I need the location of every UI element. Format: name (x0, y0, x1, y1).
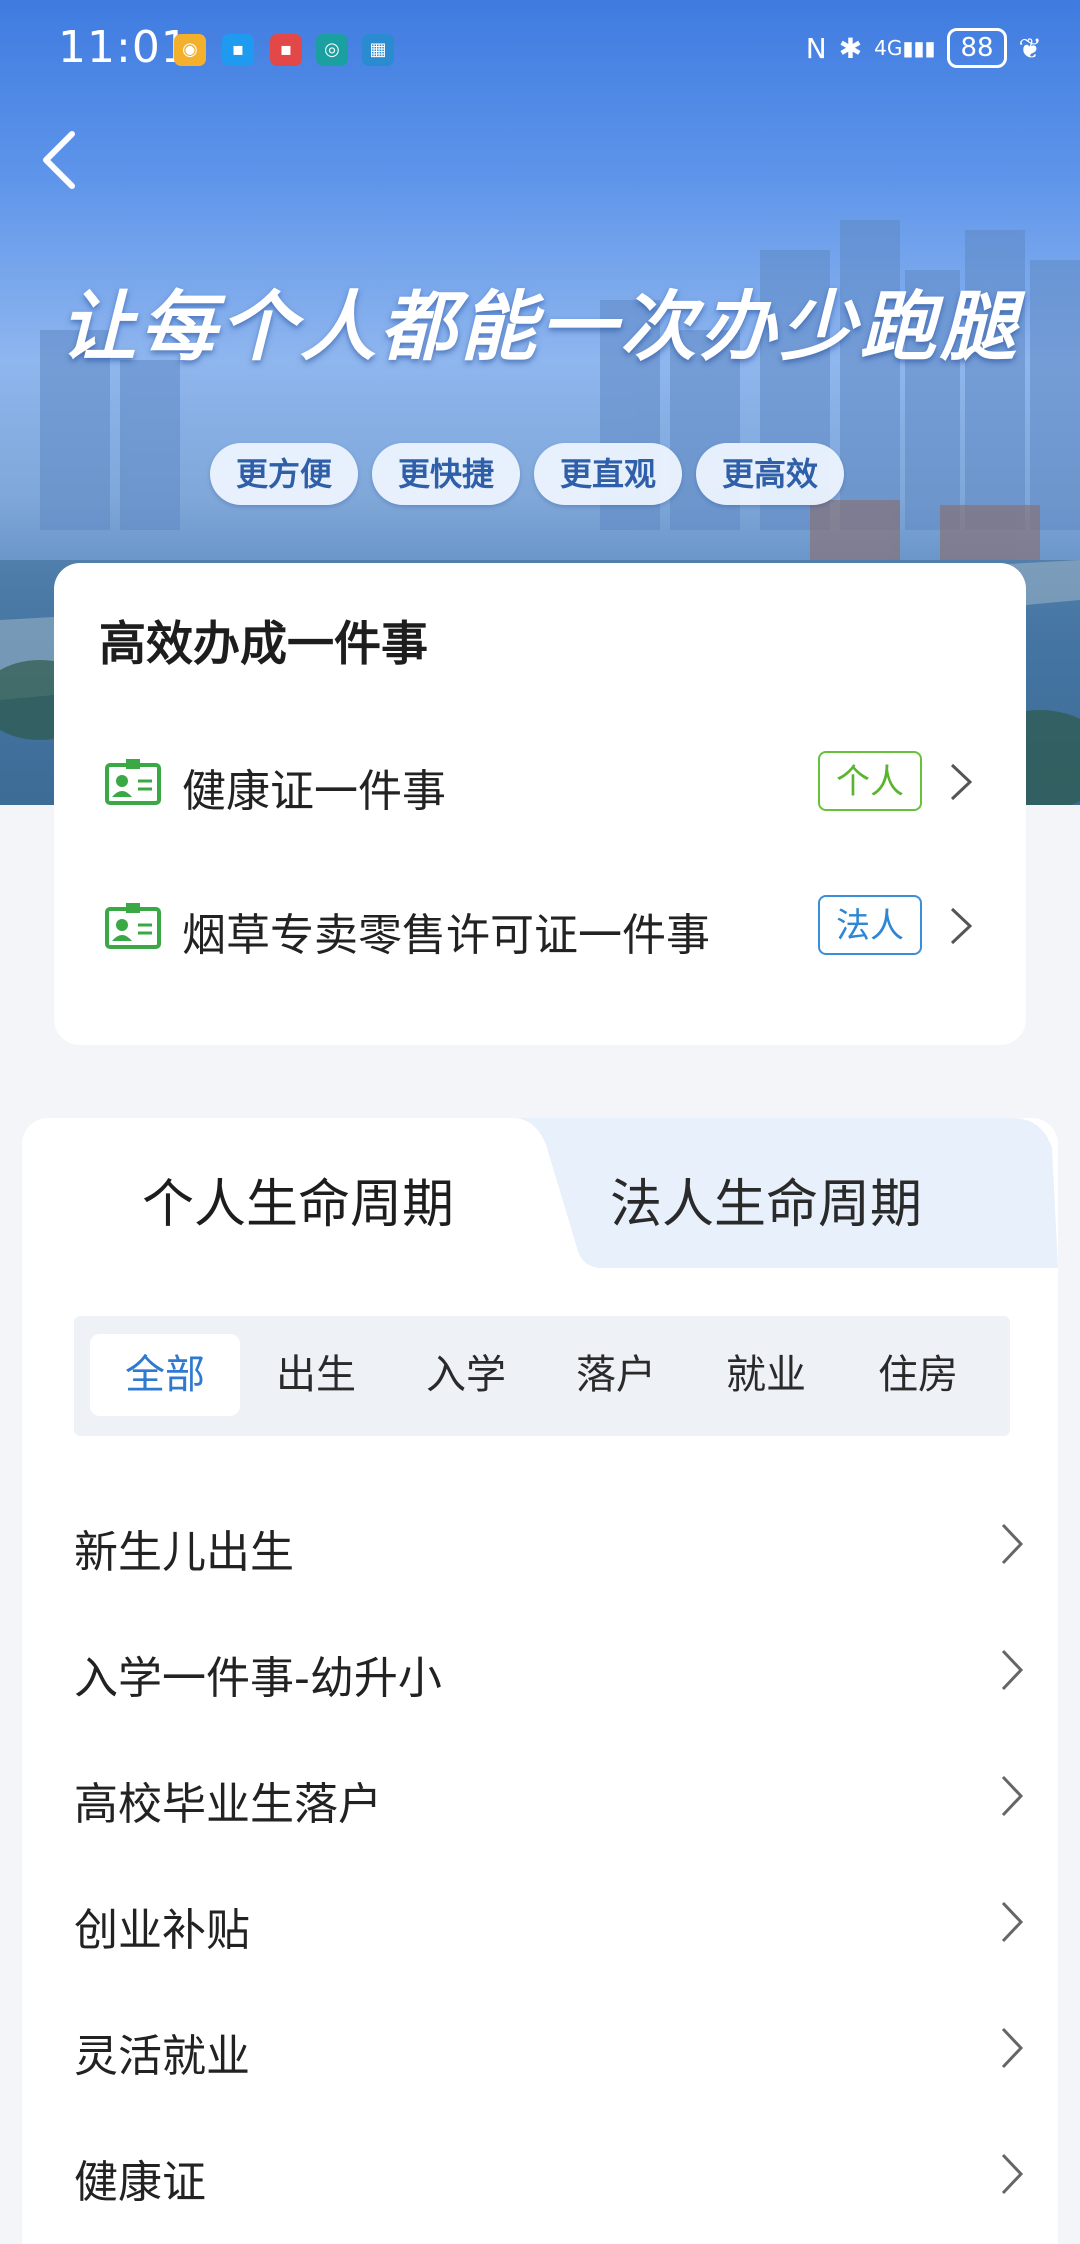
chip-employment[interactable]: 就业 (696, 1334, 836, 1416)
chevron-right-icon (1001, 2027, 1024, 2069)
message-icon: ▪ (222, 34, 254, 66)
list-item-label: 灵活就业 (74, 2031, 250, 2082)
service-item-health-cert[interactable]: 健康证一件事 个人 (54, 737, 1026, 827)
list-item-label: 新生儿出生 (74, 1527, 294, 1578)
tag-legal-person: 法人 (818, 895, 922, 955)
category-filter: 全部 出生 入学 落户 就业 住房 (74, 1316, 1010, 1436)
chevron-right-icon (1001, 1523, 1024, 1565)
list-item[interactable]: 创业补贴 (74, 1866, 1024, 1976)
list-item[interactable]: 入学一件事-幼升小 (74, 1614, 1024, 1724)
chevron-right-icon (950, 763, 973, 801)
pill-convenient: 更方便 (210, 443, 358, 505)
pill-efficient: 更高效 (696, 443, 844, 505)
id-card-icon (105, 903, 161, 949)
tag-personal: 个人 (818, 751, 922, 811)
gov-app-icon: ▦ (362, 34, 394, 66)
battery-icon: 88 (947, 28, 1007, 68)
list-item[interactable]: 高校毕业生落户 (74, 1740, 1024, 1850)
list-item[interactable]: 灵活就业 (74, 1992, 1024, 2102)
app-icon: ◎ (316, 34, 348, 66)
chevron-right-icon (1001, 2153, 1024, 2195)
list-item-label: 健康证 (74, 2157, 206, 2208)
nfc-icon: N (805, 31, 827, 65)
card-title: 高效办成一件事 (99, 617, 428, 672)
weibo-icon: ◉ (174, 34, 206, 66)
signal-icon: 4G▮▮▮ (874, 36, 936, 60)
chevron-right-icon (1001, 1775, 1024, 1817)
chevron-right-icon (950, 907, 973, 945)
battery-level: 88 (960, 33, 994, 63)
bluetooth-icon: ✱ (838, 31, 863, 65)
chevron-right-icon (1001, 1649, 1024, 1691)
efficient-service-card: 高效办成一件事 健康证一件事 个人 烟草专卖零售许可证一件事 法人 (54, 563, 1026, 1045)
pill-fast: 更快捷 (372, 443, 520, 505)
list-item[interactable]: 新生儿出生 (74, 1488, 1024, 1598)
huawei-icon: ▪ (270, 34, 302, 66)
list-item-label: 高校毕业生落户 (74, 1779, 382, 1830)
hero-pills: 更方便 更快捷 更直观 更高效 (210, 443, 844, 505)
network-type: 4G (874, 36, 903, 60)
chip-housing[interactable]: 住房 (848, 1334, 988, 1416)
status-time: 11:01 (58, 22, 190, 73)
chip-birth[interactable]: 出生 (246, 1334, 386, 1416)
list-item-label: 创业补贴 (74, 1905, 250, 1956)
chip-hukou[interactable]: 落户 (546, 1334, 686, 1416)
chip-all[interactable]: 全部 (90, 1334, 240, 1416)
chip-school[interactable]: 入学 (396, 1334, 536, 1416)
list-item[interactable]: 健康证 (74, 2118, 1024, 2228)
tab-legal-lifecycle[interactable]: 法人生命周期 (610, 1162, 922, 1237)
id-card-icon (105, 759, 161, 805)
status-bar: 11:01 ◉ ▪ ▪ ◎ ▦ N ✱ 4G▮▮▮ 88 ❦ (0, 0, 1080, 100)
leaf-icon: ❦ (1018, 31, 1042, 65)
lifecycle-section: 个人生命周期 法人生命周期 全部 出生 入学 落户 就业 住房 新生儿出生 入学… (22, 1118, 1058, 2244)
pill-intuitive: 更直观 (534, 443, 682, 505)
back-arrow-icon[interactable] (36, 128, 84, 192)
list-item-label: 入学一件事-幼升小 (74, 1653, 442, 1704)
system-icons: N ✱ 4G▮▮▮ 88 ❦ (806, 28, 1042, 68)
service-label: 烟草专卖零售许可证一件事 (182, 910, 710, 961)
chevron-right-icon (1001, 1901, 1024, 1943)
service-item-tobacco-license[interactable]: 烟草专卖零售许可证一件事 法人 (54, 881, 1026, 971)
tab-personal-lifecycle[interactable]: 个人生命周期 (142, 1162, 454, 1237)
service-label: 健康证一件事 (182, 766, 446, 817)
hero-slogan: 让每个人都能一次办少跑腿 (60, 282, 1020, 371)
